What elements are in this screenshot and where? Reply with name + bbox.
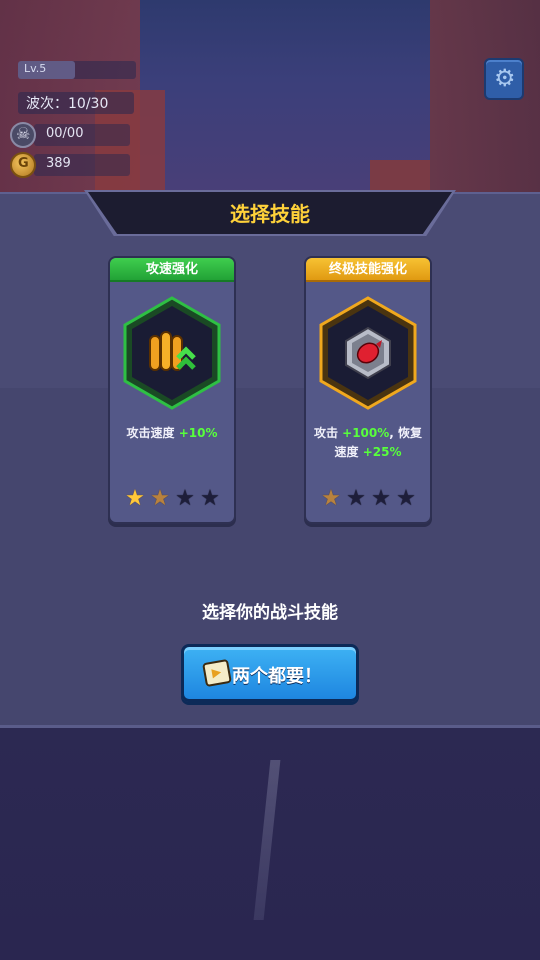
skill-card-header: 攻速强化 xyxy=(110,258,234,282)
star-empty-icon: ★ xyxy=(371,486,391,511)
skill-description: 攻击 +100%, 恢复 速度 +25% xyxy=(313,426,423,459)
skill-stars: ★ ★ ★ ★ xyxy=(320,488,420,512)
kill-count: 00/00 xyxy=(46,126,84,141)
take-both-label: 两个都要！ xyxy=(232,666,322,687)
settings-button[interactable]: ⚙ xyxy=(484,58,524,100)
skill-description: 攻击速度 +10% xyxy=(126,426,218,440)
wave-counter: 波次：10/30 xyxy=(18,92,134,114)
gear-icon: ⚙ xyxy=(494,64,516,92)
skull-icon xyxy=(10,122,36,148)
coin-count: 389 xyxy=(46,156,71,171)
building xyxy=(430,0,540,200)
level-bar: Lv.5 xyxy=(18,61,136,79)
star-empty-icon: ★ xyxy=(346,486,366,511)
wave-label: 波次：10/30 xyxy=(26,96,109,112)
star-empty-icon: ★ xyxy=(200,486,220,511)
star-bronze-icon: ★ xyxy=(150,486,170,511)
skill-card-header: 终极技能强化 xyxy=(306,258,430,282)
take-both-button[interactable]: 两个都要！ xyxy=(181,644,359,702)
panel-subtitle: 选择你的战斗技能 xyxy=(202,603,338,623)
panel-title: 选择技能 xyxy=(230,202,310,226)
bomb-icon xyxy=(318,296,418,410)
star-empty-icon: ★ xyxy=(175,486,195,511)
coin-icon xyxy=(10,152,36,178)
kill-counter: 00/00 xyxy=(10,122,130,148)
level-label: Lv.5 xyxy=(24,62,47,75)
bullets-upgrade-icon xyxy=(122,296,222,410)
skill-stars: ★ ★ ★ ★ xyxy=(124,488,224,512)
star-filled-icon: ★ xyxy=(125,486,145,511)
skill-card-attack-speed[interactable]: 攻速强化 攻击速度 +10% ★ ★ ★ ★ xyxy=(108,256,236,524)
skill-select-panel: 选择技能 攻速强化 攻击速度 +10% ★ ★ ★ ★ 终极技能强化 攻击 +1… xyxy=(0,190,540,728)
star-empty-icon: ★ xyxy=(396,486,416,511)
video-ad-icon xyxy=(202,658,232,688)
star-bronze-icon: ★ xyxy=(321,486,341,511)
coin-counter: 389 xyxy=(10,152,130,178)
skill-card-ultimate[interactable]: 终极技能强化 攻击 +100%, 恢复 速度 +25% ★ ★ ★ ★ xyxy=(304,256,432,524)
